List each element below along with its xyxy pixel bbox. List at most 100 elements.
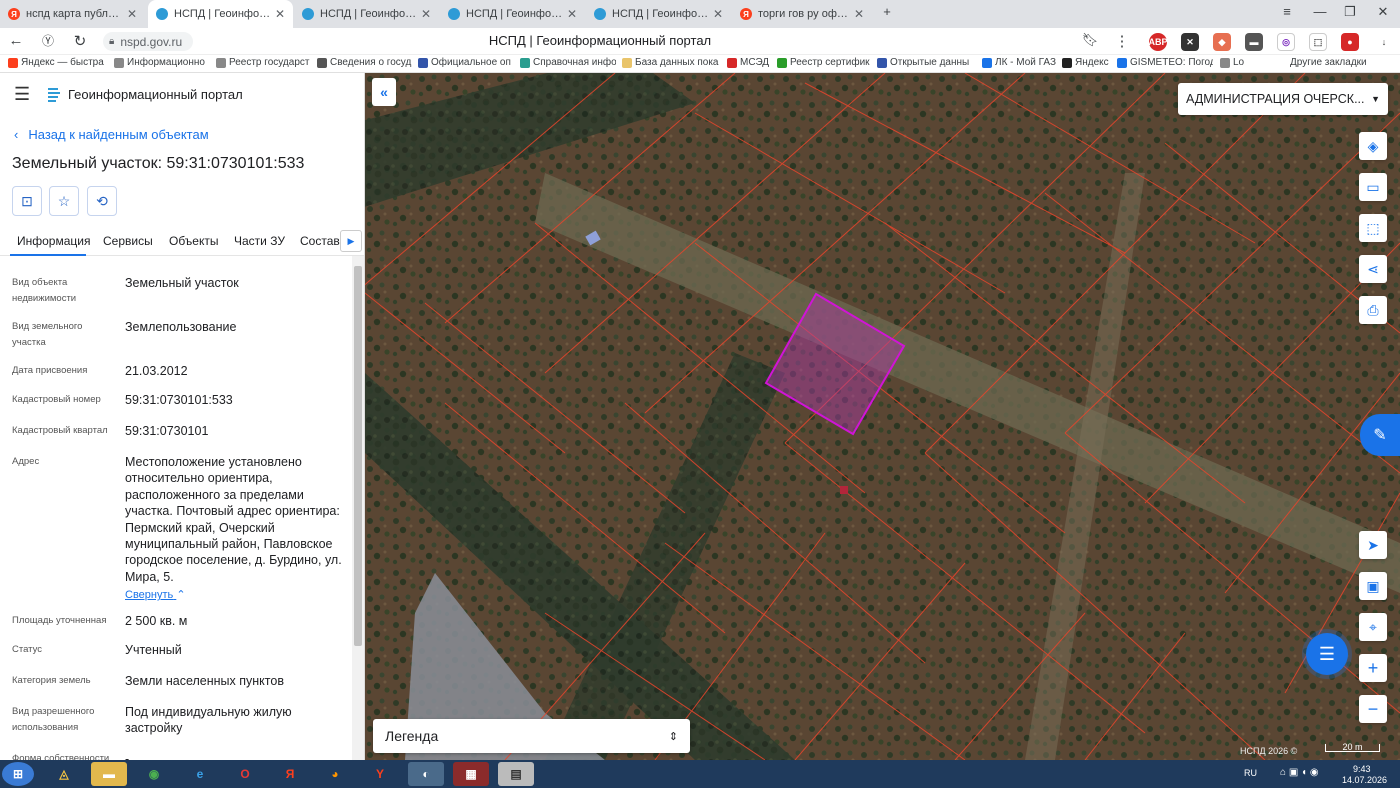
collapse-link[interactable]: Свернуть ⌃ (125, 587, 345, 603)
layers-icon[interactable]: ◈ (1359, 132, 1387, 160)
property-label: Кадастровый номер (12, 394, 101, 405)
download-icon[interactable]: ↓ (1375, 33, 1393, 51)
language-indicator[interactable]: RU (1244, 768, 1257, 778)
bookmark-icon (982, 57, 992, 68)
lock-icon: 🔒︎ (109, 36, 115, 47)
bookmark-item[interactable]: МСЭД (727, 57, 771, 68)
favorite-button[interactable]: ☆ (49, 186, 79, 216)
bookmark-item[interactable]: База данных пока (622, 57, 722, 68)
app-icon[interactable]: ◐ (408, 762, 444, 786)
browser-tab[interactable]: НСПД | Геоинформацион ✕ (586, 0, 731, 28)
bookmark-item[interactable]: Яндекс (1062, 57, 1112, 68)
other-bookmarks[interactable]: Другие закладки (1290, 57, 1367, 68)
history-button[interactable]: ⟲ (87, 186, 117, 216)
map-view[interactable]: « АДМИНИСТРАЦИЯ ОЧЕРСК... ▼ ◈ ▭ ⬚ ⋖ ⎙ ✎ … (365, 73, 1400, 760)
panel-scrollbar-thumb[interactable] (354, 266, 362, 646)
minimize-icon[interactable]: — (1310, 4, 1330, 19)
tab-information[interactable]: Информация (17, 234, 90, 248)
place-search-icon[interactable]: ⌖ (1359, 613, 1387, 641)
minimap-icon[interactable]: ▣ (1359, 572, 1387, 600)
property-value: Землепользование (125, 320, 237, 334)
reload-icon[interactable]: ↻ (70, 32, 90, 50)
bookmark-item[interactable]: Яндекс — быстра (8, 57, 108, 68)
new-tab-icon[interactable]: + (877, 4, 897, 19)
bookmark-item[interactable]: Реестр сертифик (777, 57, 871, 68)
close-tab-icon[interactable]: ✕ (567, 7, 577, 21)
select-area-icon[interactable]: ⬚ (1359, 214, 1387, 242)
bookmark-item[interactable]: Реестр государст (216, 57, 312, 68)
hamburger-menu-icon[interactable]: ☰ (14, 84, 34, 105)
start-button-icon[interactable]: ⊞ (2, 762, 34, 786)
yandex-icon[interactable]: Я (272, 762, 308, 786)
tab-favicon-icon: Я (8, 8, 20, 20)
region-select[interactable]: АДМИНИСТРАЦИЯ ОЧЕРСК... ▼ (1178, 83, 1388, 115)
browser-tab[interactable]: Яторги гов ру официальны ✕ (732, 0, 872, 28)
opera-icon[interactable]: O (227, 762, 263, 786)
tab-land-parts[interactable]: Части ЗУ (234, 234, 285, 248)
bookmark-item[interactable]: Официальное оп (418, 57, 514, 68)
close-tab-icon[interactable]: ✕ (275, 7, 285, 21)
page-title: НСПД | Геоинформационный портал (488, 33, 712, 48)
tabs-next-icon[interactable]: ▶ (340, 230, 362, 252)
chat-icon[interactable]: ☰ (1306, 633, 1348, 675)
ie-icon[interactable]: e (182, 762, 218, 786)
yandex-browser-icon[interactable]: Y (362, 762, 398, 786)
tab-search-icon[interactable]: ≡ (1277, 4, 1297, 19)
scale-bar: 20 m (1325, 743, 1380, 752)
legend-label: Легенда (385, 728, 439, 744)
zoom-to-object-button[interactable]: ⊡ (12, 186, 42, 216)
print-icon[interactable]: ⎙ (1359, 296, 1387, 324)
extension-icon[interactable]: ⬚ (1309, 33, 1327, 51)
zoom-in-icon[interactable]: + (1359, 654, 1387, 682)
explorer-icon[interactable]: ▬ (91, 762, 127, 786)
restore-icon[interactable]: ❐ (1340, 4, 1360, 20)
extension-icon[interactable]: ▬ (1245, 33, 1263, 51)
feedback-tab-icon[interactable]: ✎ (1360, 414, 1400, 456)
zoom-out-icon[interactable]: − (1359, 695, 1387, 723)
ruler-icon[interactable]: ▭ (1359, 173, 1387, 201)
url-field[interactable]: 🔒︎ nspd.gov.ru (103, 32, 193, 51)
collapse-label: Свернуть (125, 589, 174, 602)
bookmark-item[interactable]: Сведения о госуд (317, 57, 413, 68)
tab-objects[interactable]: Объекты (169, 234, 219, 248)
close-tab-icon[interactable]: ✕ (713, 7, 723, 21)
collapse-panel-icon[interactable]: « (372, 78, 396, 106)
chrome-icon[interactable]: ◉ (136, 762, 172, 786)
close-tab-icon[interactable]: ✕ (421, 7, 431, 21)
close-tab-icon[interactable]: ✕ (127, 7, 137, 21)
bookmark-icon[interactable]: 🔖︎ (1080, 32, 1100, 48)
back-to-results-link[interactable]: ‹ Назад к найденным объектам (14, 127, 209, 142)
bookmark-item[interactable]: ЛК - Мой ГАЗ (982, 57, 1056, 68)
close-tab-icon[interactable]: ✕ (854, 7, 864, 21)
bookmark-icon (877, 57, 887, 68)
bookmark-item[interactable]: Lo (1220, 57, 1250, 68)
share-icon[interactable]: ⋖ (1359, 255, 1387, 283)
extension-icon[interactable]: ◎ (1277, 33, 1295, 51)
bookmark-item[interactable]: Информационно (114, 57, 210, 68)
back-icon[interactable]: ← (6, 32, 26, 49)
firefox-icon[interactable]: ◕ (317, 762, 353, 786)
browser-tab[interactable]: НСПД | Геоинформацион ✕ (294, 0, 439, 28)
app-icon[interactable]: ▤ (498, 762, 534, 786)
app-icon[interactable]: ◬ (46, 762, 82, 786)
browser-tab[interactable]: НСПД | Геоинформацио ✕ (148, 0, 293, 28)
bookmark-label: Информационно (127, 57, 205, 68)
extension-icon[interactable]: ✕ (1181, 33, 1199, 51)
browser-tab[interactable]: Янспд карта публичная кад ✕ (0, 0, 145, 28)
yandex-home-icon[interactable]: Ⓨ (38, 32, 58, 49)
bookmark-label: Яндекс (1075, 57, 1109, 68)
bookmark-item[interactable]: Справочная инфо (520, 57, 616, 68)
bookmark-item[interactable]: Открытые данны (877, 57, 973, 68)
adblock-extension-icon[interactable]: ABP (1149, 33, 1168, 51)
menu-dots-icon[interactable]: ⋮ (1112, 32, 1132, 50)
archive-icon[interactable]: ▦ (453, 762, 489, 786)
tab-services[interactable]: Сервисы (103, 234, 153, 248)
browser-tab[interactable]: НСПД | Геоинформацион ✕ (440, 0, 585, 28)
extension-icon[interactable]: ● (1341, 33, 1359, 51)
tab-composition[interactable]: Состав (300, 234, 340, 248)
extension-icon[interactable]: ◆ (1213, 33, 1231, 51)
legend-toggle[interactable]: Легенда ⇕ (373, 719, 690, 753)
bookmark-item[interactable]: GISMETEO: Погод (1117, 57, 1213, 68)
close-window-icon[interactable]: ✕ (1373, 4, 1393, 20)
locate-icon[interactable]: ➤ (1359, 531, 1387, 559)
